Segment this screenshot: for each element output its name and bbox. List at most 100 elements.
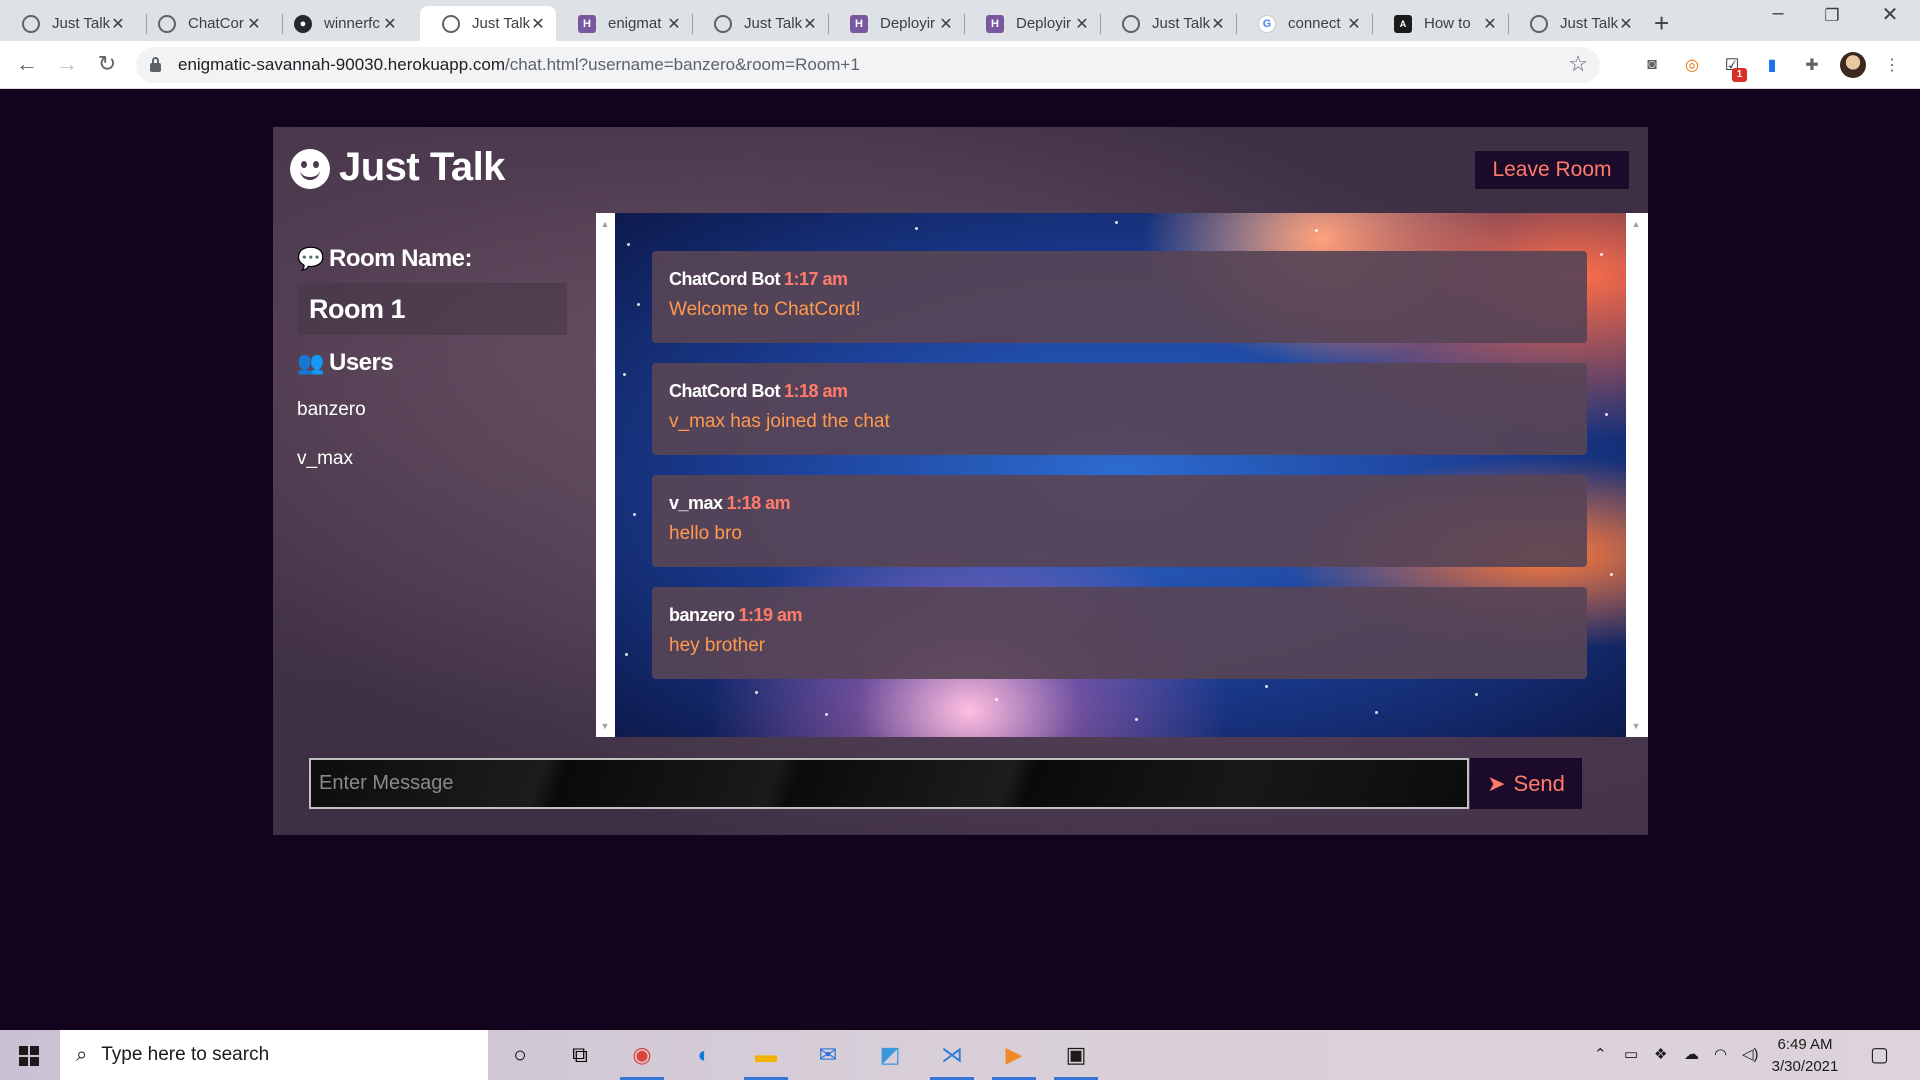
browser-tab[interactable]: Just Talk ✕ (0, 6, 136, 41)
close-icon[interactable]: ✕ (666, 14, 682, 34)
search-icon: ⌕ (76, 1043, 88, 1066)
browser-tab[interactable]: H enigmat ✕ (556, 6, 692, 41)
browser-tab[interactable]: H Deployir ✕ (828, 6, 964, 41)
close-icon[interactable]: ✕ (382, 14, 398, 34)
windows-start-icon[interactable] (19, 1046, 39, 1066)
lock-icon (150, 56, 161, 72)
chat-message: ChatCord Bot 1:17 am Welcome to ChatCord! (652, 251, 1587, 343)
dev-icon: A (1394, 14, 1412, 33)
close-icon[interactable]: ✕ (1346, 14, 1362, 34)
onedrive-icon[interactable]: ☁ (1684, 1045, 1699, 1063)
scroll-up-arrow-icon[interactable]: ▲ (1627, 219, 1645, 229)
volume-icon[interactable]: ◁) (1742, 1045, 1759, 1063)
browser-tab[interactable]: Just Talk ✕ (692, 6, 828, 41)
smiley-icon (290, 149, 330, 189)
camera-icon[interactable]: ◙ (1640, 53, 1664, 77)
minimize-icon[interactable]: – (1756, 2, 1800, 25)
edge-icon[interactable]: ◐ (688, 1039, 720, 1071)
close-icon[interactable]: ✕ (110, 14, 126, 34)
message-input[interactable] (309, 758, 1469, 809)
user-list-item: banzero (297, 399, 366, 420)
message-text: hello bro (669, 523, 742, 544)
close-icon[interactable]: ✕ (938, 14, 954, 34)
bookmark-star-icon[interactable]: ☆ (1568, 51, 1588, 77)
cortana-icon[interactable]: ○ (504, 1039, 536, 1071)
scroll-up-arrow-icon[interactable]: ▲ (596, 219, 614, 229)
taskbar-search-box[interactable]: ⌕ Type here to search (60, 1030, 488, 1080)
messages-panel: ▲ ▼ ChatCord Bot 1:17 am Welcome to Chat… (596, 213, 1648, 737)
globe-icon (442, 14, 460, 33)
leave-room-button[interactable]: Leave Room (1475, 151, 1629, 189)
profile-avatar[interactable] (1840, 52, 1866, 78)
url-text: enigmatic-savannah-90030.herokuapp.com/c… (178, 55, 860, 74)
close-icon[interactable]: ✕ (1618, 14, 1634, 34)
browser-tab[interactable]: Just Talk ✕ (1508, 6, 1644, 41)
message-text: v_max has joined the chat (669, 411, 890, 432)
browser-toolbar: ← → ↻ enigmatic-savannah-90030.herokuapp… (0, 41, 1920, 89)
heroku-icon: H (986, 14, 1004, 33)
vscode-icon[interactable]: ⋊ (936, 1039, 968, 1071)
battery-icon[interactable]: ▭ (1624, 1045, 1638, 1063)
wifi-icon[interactable]: ◠ (1714, 1045, 1727, 1063)
terminal-icon[interactable]: ▣ (1060, 1039, 1092, 1071)
task-view-icon[interactable]: ⧉ (564, 1039, 596, 1071)
chat-message: ChatCord Bot 1:18 am v_max has joined the… (652, 363, 1587, 455)
extension-color-icon[interactable]: ◎ (1680, 53, 1704, 77)
comments-icon: 💬 (297, 246, 324, 271)
users-heading: 👥 Users (297, 349, 394, 376)
dropbox-icon[interactable]: ❖ (1654, 1045, 1667, 1063)
browser-tab[interactable]: ● winnerfc ✕ (272, 6, 408, 41)
close-icon[interactable]: ✕ (1210, 14, 1226, 34)
room-name-heading: 💬 Room Name: (297, 245, 473, 272)
extension-badge: 1 (1732, 68, 1747, 82)
restore-icon[interactable]: ❐ (1810, 6, 1854, 26)
address-bar[interactable]: enigmatic-savannah-90030.herokuapp.com/c… (136, 47, 1600, 83)
app-title: Just Talk (339, 145, 505, 189)
media-player-icon[interactable]: ▶ (998, 1039, 1030, 1071)
chat-messages[interactable]: ChatCord Bot 1:17 am Welcome to ChatCord!… (615, 213, 1626, 737)
scroll-down-arrow-icon[interactable]: ▼ (596, 721, 614, 731)
scrollbar-right[interactable]: ▲ ▼ (1627, 213, 1648, 737)
mail-icon[interactable]: ✉ (812, 1039, 844, 1071)
notes-icon[interactable]: ◩ (874, 1039, 906, 1071)
globe-icon (1122, 14, 1140, 33)
message-meta: banzero 1:19 am (669, 605, 803, 625)
browser-tab[interactable]: ChatCor ✕ (136, 6, 272, 41)
browser-tab[interactable]: Just Talk ✕ (1100, 6, 1236, 41)
windows-taskbar: ⌕ Type here to search ○ ⧉ ◉ ◐ ▬ ✉ ◩ ⋊ ▶ … (0, 1030, 1920, 1080)
user-list-item: v_max (297, 448, 353, 469)
chrome-icon[interactable]: ◉ (626, 1039, 658, 1071)
new-tab-plus-icon[interactable]: + (1654, 8, 1669, 39)
chat-message: v_max 1:18 am hello bro (652, 475, 1587, 567)
window-close-icon[interactable]: ✕ (1868, 2, 1912, 27)
close-icon[interactable]: ✕ (1074, 14, 1090, 34)
close-icon[interactable]: ✕ (1482, 14, 1498, 34)
chat-form-container: ➤ Send (273, 737, 1648, 835)
browser-tab[interactable]: G connect ✕ (1236, 6, 1372, 41)
file-explorer-icon[interactable]: ▬ (750, 1039, 782, 1071)
scrollbar-left[interactable]: ▲ ▼ (596, 213, 614, 737)
close-icon[interactable]: ✕ (530, 14, 546, 34)
menu-dots-icon[interactable]: ⋮ (1880, 53, 1904, 77)
back-arrow-icon[interactable]: ← (12, 51, 42, 77)
send-button[interactable]: ➤ Send (1470, 758, 1582, 809)
message-text: Welcome to ChatCord! (669, 299, 861, 320)
analytics-icon[interactable]: ▮ (1760, 53, 1784, 77)
heroku-icon: H (578, 14, 596, 33)
browser-tab[interactable]: A How to ✕ (1372, 6, 1508, 41)
room-name: Room 1 (297, 283, 567, 335)
extensions-puzzle-icon[interactable]: ✚ (1800, 53, 1824, 77)
browser-tab-active[interactable]: Just Talk ✕ (420, 6, 556, 41)
close-icon[interactable]: ✕ (246, 14, 262, 34)
forward-arrow-icon[interactable]: → (52, 51, 82, 77)
tray-chevron-icon[interactable]: ⌃ (1594, 1045, 1607, 1063)
browser-tab[interactable]: H Deployir ✕ (964, 6, 1100, 41)
globe-icon (22, 14, 40, 33)
chat-sidebar: 💬 Room Name: Room 1 👥 Users banzero v_ma… (273, 213, 596, 737)
close-icon[interactable]: ✕ (802, 14, 818, 34)
google-icon: G (1258, 14, 1276, 33)
reload-icon[interactable]: ↻ (92, 51, 122, 77)
scroll-down-arrow-icon[interactable]: ▼ (1627, 721, 1645, 731)
notifications-icon[interactable]: ▢ (1870, 1042, 1889, 1067)
taskbar-clock[interactable]: 6:49 AM 3/30/2021 (1760, 1034, 1850, 1078)
